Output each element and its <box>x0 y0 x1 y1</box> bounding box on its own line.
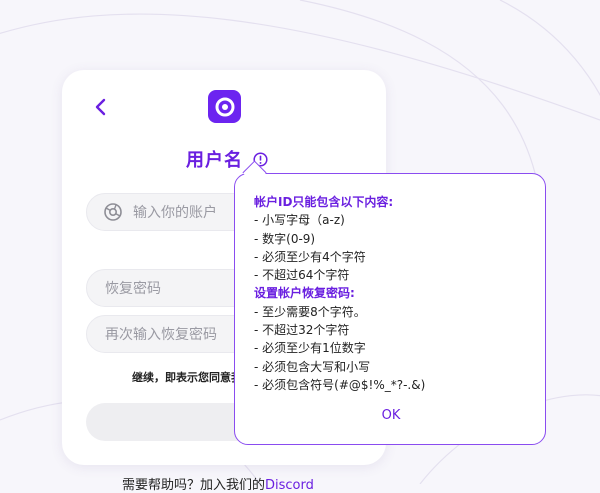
requirements-content: 帐户ID只能包含以下内容: - 小写字母（a-z) - 数字(0-9) - 必须… <box>254 193 425 394</box>
account-rules-heading: 帐户ID只能包含以下内容: <box>254 195 394 209</box>
recovery-password-placeholder: 恢复密码 <box>105 281 161 297</box>
password-rule: - 不超过32个字符 <box>254 323 350 338</box>
password-rule: - 至少需要8个字符。 <box>254 304 366 319</box>
account-rule: - 小写字母（a-z) <box>254 213 345 228</box>
password-rule: - 必须包含符号(#@$!%_*?-.&) <box>254 377 426 392</box>
back-button[interactable] <box>89 96 111 118</box>
app-logo-icon <box>215 97 234 116</box>
account-rule: - 不超过64个字符 <box>254 268 350 283</box>
chevron-left-icon <box>95 98 106 116</box>
account-input-placeholder: 输入你的账户 <box>133 205 217 221</box>
help-prefix: 需要帮助吗？加入我们的 <box>122 478 266 493</box>
password-rules-heading: 设置帐户恢复密码: <box>254 286 355 301</box>
password-rule: - 必须至少有1位数字 <box>254 341 366 356</box>
app-logo <box>208 90 241 123</box>
account-rule: - 数字(0-9) <box>254 231 316 246</box>
password-rule: - 必须包含大写和小写 <box>254 359 371 374</box>
account-icon <box>102 201 124 223</box>
page-title: 用户名 <box>186 150 243 171</box>
terms-agreement-text: 继续，即表示您同意我 <box>132 371 242 384</box>
ok-button[interactable]: OK <box>372 408 410 428</box>
account-rule: - 必须至少有4个字符 <box>254 249 366 264</box>
recovery-password-confirm-placeholder: 再次输入恢复密码 <box>105 327 217 343</box>
discord-link[interactable]: Discord <box>265 478 314 493</box>
